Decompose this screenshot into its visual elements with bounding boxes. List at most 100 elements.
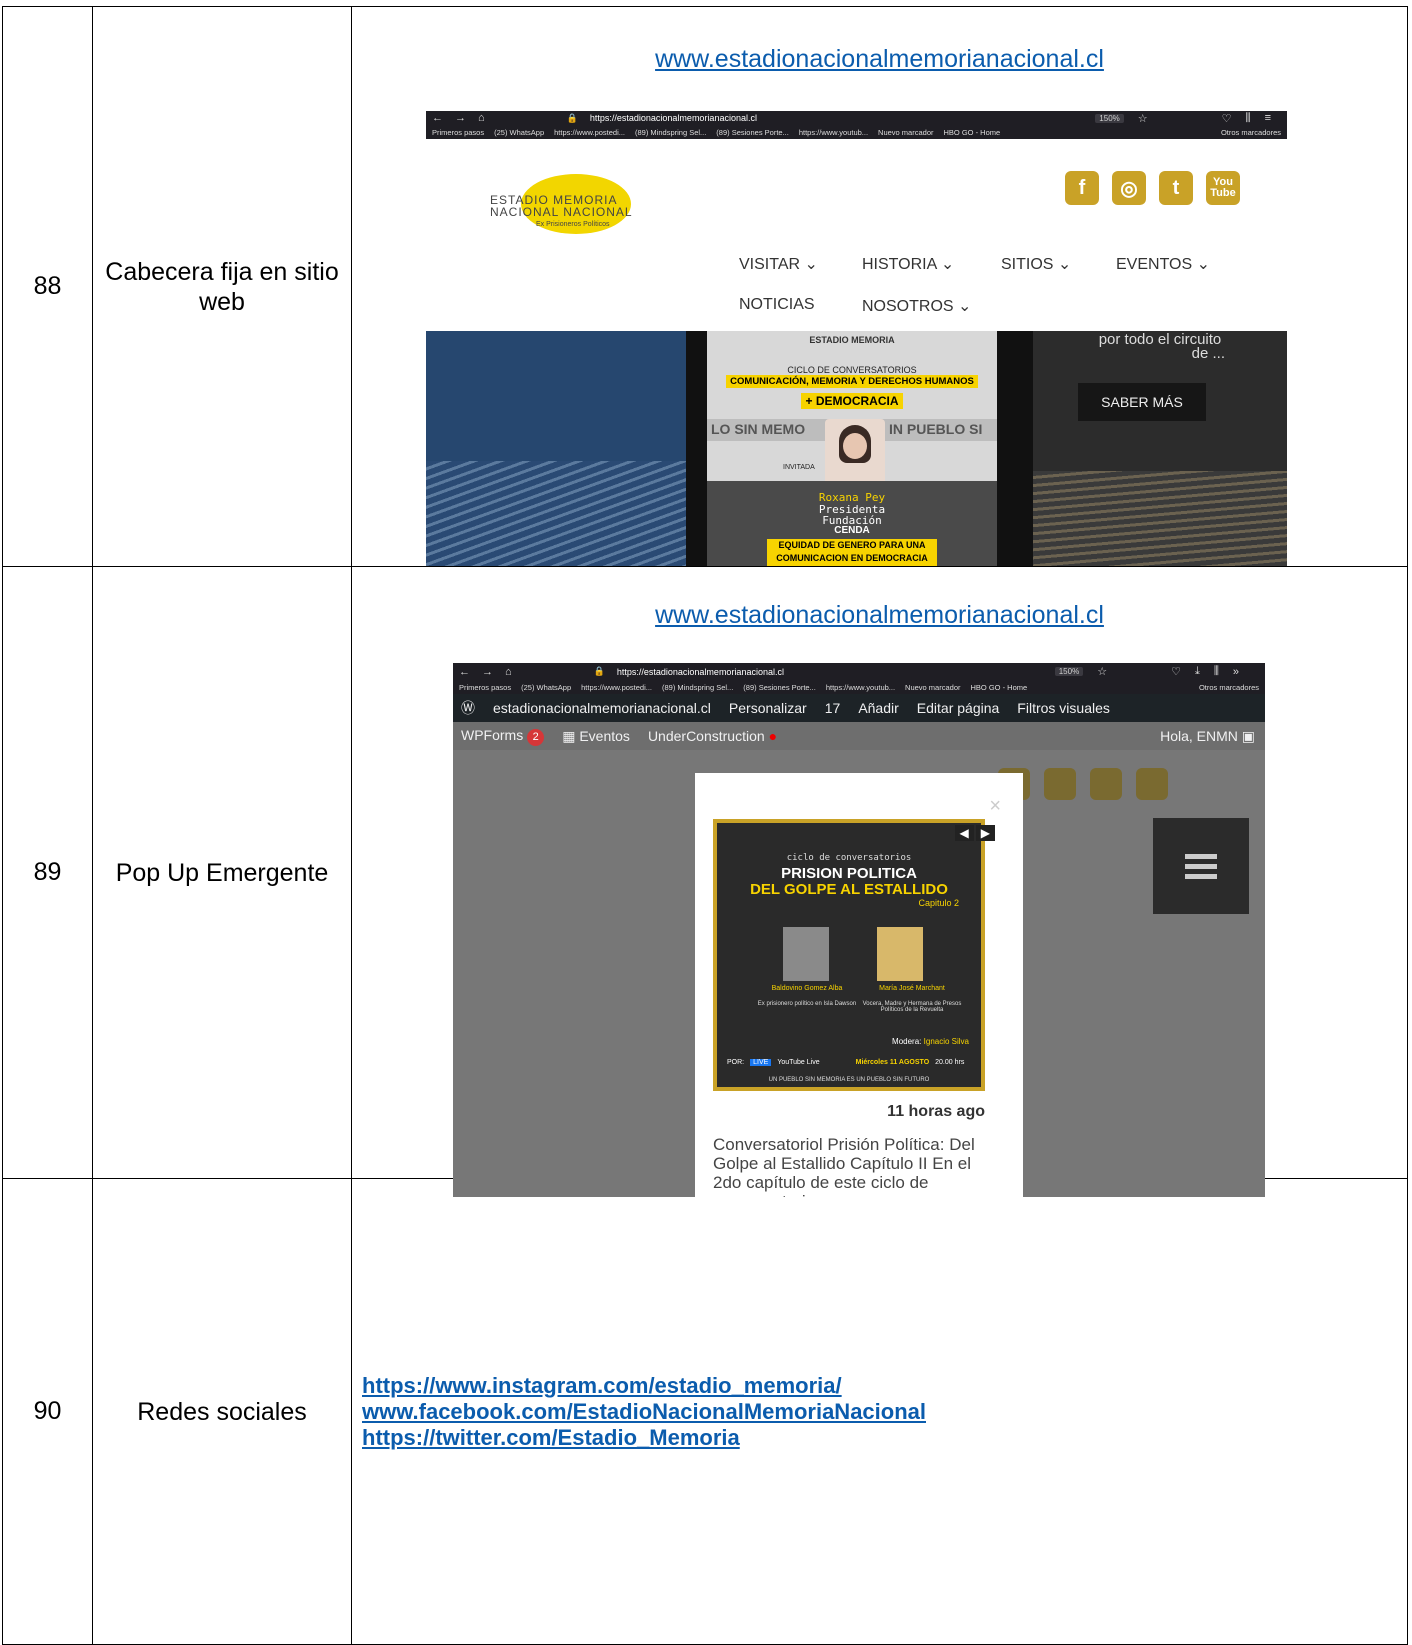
social-icons: f ◎ t You Tube bbox=[1065, 171, 1240, 205]
nav-item[interactable]: VISITAR ⌄ bbox=[739, 254, 818, 274]
poster-series: CICLO DE CONVERSATORIOS bbox=[787, 365, 917, 375]
bookmark[interactable]: Nuevo marcador bbox=[878, 128, 933, 137]
facebook-icon[interactable]: f bbox=[1065, 171, 1099, 205]
wp-site-name[interactable]: estadionacionalmemorianacional.cl bbox=[493, 700, 711, 716]
post-time: 11 horas ago bbox=[887, 1103, 985, 1120]
nav-item[interactable]: NOTICIAS bbox=[739, 296, 815, 314]
twitter-link[interactable]: https://twitter.com/Estadio_Memoria bbox=[362, 1425, 1407, 1451]
library-icon[interactable]: ⫼ bbox=[1214, 665, 1219, 678]
instagram-icon[interactable] bbox=[1044, 768, 1076, 800]
wpforms-menu[interactable]: WPForms 2 bbox=[461, 727, 545, 746]
bookmark[interactable]: Primeros pasos bbox=[432, 128, 484, 137]
speaker-photo bbox=[825, 419, 885, 489]
wp-account[interactable]: Hola, ENMN ▣ bbox=[1160, 728, 1255, 745]
lock-icon: 🔒 bbox=[566, 112, 578, 123]
nav-item[interactable]: EVENTOS ⌄ bbox=[1116, 254, 1210, 274]
nav-item[interactable]: NOSOTROS ⌄ bbox=[862, 296, 971, 316]
bookmark[interactable]: (25) WhatsApp bbox=[494, 128, 544, 137]
bookmark[interactable]: (25) WhatsApp bbox=[521, 683, 571, 692]
bookmark[interactable]: (89) Mindspring Sel... bbox=[635, 128, 706, 137]
underconstruction-menu[interactable]: UnderConstruction ● bbox=[648, 728, 777, 744]
wpforms-badge: 2 bbox=[527, 728, 545, 746]
slide-text: de ... bbox=[1191, 345, 1225, 362]
slide-left bbox=[426, 331, 686, 566]
wp-updates[interactable]: 17 bbox=[825, 700, 841, 716]
zoom-level[interactable]: 150% bbox=[1054, 667, 1084, 676]
pocket-icon[interactable]: ♡ bbox=[1222, 112, 1232, 125]
bookmark[interactable]: (89) Sesiones Porte... bbox=[743, 683, 816, 692]
speaker-org: CENDA bbox=[834, 525, 870, 536]
broadcast-info: POR: LIVE YouTube Live Miércoles 11 AGOS… bbox=[727, 1059, 965, 1066]
star-icon[interactable]: ☆ bbox=[1097, 665, 1107, 678]
wp-visual-filters[interactable]: Filtros visuales bbox=[1017, 700, 1110, 716]
youtube-icon[interactable]: You Tube bbox=[1206, 171, 1240, 205]
address-bar[interactable]: https://estadionacionalmemorianacional.c… bbox=[617, 667, 784, 677]
social-icons-dimmed bbox=[998, 768, 1168, 800]
nav-item[interactable]: SITIOS ⌄ bbox=[1001, 254, 1071, 274]
poster-topic-plus: + DEMOCRACIA bbox=[801, 393, 903, 409]
guest2-photo bbox=[877, 927, 923, 981]
star-icon[interactable]: ☆ bbox=[1138, 112, 1148, 125]
instagram-icon[interactable]: ◎ bbox=[1112, 171, 1146, 205]
popup-poster[interactable]: ◀ ▶ ciclo de conversatorios PRISION POLI… bbox=[713, 819, 995, 1091]
library-icon[interactable]: ⫼ bbox=[1246, 112, 1251, 125]
bookmark[interactable]: https://www.youtub... bbox=[799, 128, 868, 137]
bookmark[interactable]: (89) Mindspring Sel... bbox=[662, 683, 733, 692]
overflow-icon[interactable]: » bbox=[1233, 666, 1239, 678]
close-icon[interactable]: × bbox=[989, 795, 1001, 818]
site-link[interactable]: www.estadionacionalmemorianacional.cl bbox=[352, 45, 1407, 74]
row-number: 89 bbox=[2, 566, 93, 1179]
browser-chrome: ← → ⌂ 🔒 https://estadionacionalmemoriana… bbox=[453, 663, 1265, 694]
prev-arrow-icon[interactable]: ◀ bbox=[954, 825, 974, 841]
eventos-menu[interactable]: ▦ Eventos bbox=[562, 728, 630, 745]
wp-edit-page[interactable]: Editar página bbox=[917, 700, 1000, 716]
stadium-seats-image bbox=[426, 461, 686, 566]
address-bar[interactable]: https://estadionacionalmemorianacional.c… bbox=[590, 113, 757, 123]
bookmark[interactable]: Primeros pasos bbox=[459, 683, 511, 692]
other-bookmarks[interactable]: Otros marcadores bbox=[1199, 683, 1259, 692]
wp-customize[interactable]: Personalizar bbox=[729, 700, 807, 716]
wall-text: IN PUEBLO SI bbox=[889, 421, 983, 437]
logo-line2: NACIONAL NACIONAL bbox=[490, 205, 633, 219]
other-bookmarks[interactable]: Otros marcadores bbox=[1221, 128, 1281, 137]
nav-item[interactable]: HISTORIA ⌄ bbox=[862, 254, 954, 274]
poster-logo: ESTADIO MEMORIA bbox=[809, 335, 895, 345]
saber-mas-button[interactable]: SABER MÁS bbox=[1078, 383, 1206, 421]
site-link[interactable]: www.estadionacionalmemorianacional.cl bbox=[352, 601, 1407, 630]
pocket-icon[interactable]: ♡ bbox=[1171, 665, 1181, 678]
bookmark[interactable]: https://www.youtub... bbox=[826, 683, 895, 692]
popup-slogan: UN PUEBLO SIN MEMORIA ES UN PUEBLO SIN F… bbox=[768, 1077, 930, 1083]
lock-icon: 🔒 bbox=[593, 666, 605, 676]
twitter-icon[interactable]: t bbox=[1159, 171, 1193, 205]
bookmark[interactable]: HBO GO - Home bbox=[944, 128, 1001, 137]
instagram-link[interactable]: https://www.instagram.com/estadio_memori… bbox=[362, 1373, 1407, 1399]
row-description: Cabecera fija en sitio web bbox=[92, 6, 352, 567]
moderator: Modera: Ignacio Silva bbox=[892, 1037, 969, 1046]
youtube-icon[interactable] bbox=[1136, 768, 1168, 800]
forward-icon: → bbox=[482, 665, 493, 678]
hamburger-menu[interactable] bbox=[1153, 818, 1249, 914]
twitter-icon[interactable] bbox=[1090, 768, 1122, 800]
social-links: https://www.instagram.com/estadio_memori… bbox=[362, 1373, 1407, 1451]
row-content: www.estadionacionalmemorianacional.cl ← … bbox=[351, 566, 1408, 1197]
bookmark[interactable]: https://www.postedi... bbox=[554, 128, 625, 137]
next-arrow-icon[interactable]: ▶ bbox=[975, 825, 995, 841]
wordpress-icon[interactable]: Ⓦ bbox=[461, 698, 475, 718]
menu-icon[interactable]: ≡ bbox=[1265, 112, 1271, 124]
event-poster[interactable]: ESTADIO MEMORIA CICLO DE CONVERSATORIOS … bbox=[701, 331, 1003, 566]
zoom-level[interactable]: 150% bbox=[1095, 113, 1124, 123]
popup-series: ciclo de conversatorios bbox=[786, 853, 912, 863]
popup-modal: × ◀ ▶ ciclo de conversatorios PRISION PO… bbox=[695, 773, 1023, 1197]
facebook-link[interactable]: www.facebook.com/EstadioNacionalMemoriaN… bbox=[362, 1399, 1407, 1425]
popup-chapter: Capitulo 2 bbox=[918, 898, 959, 908]
forward-icon: → bbox=[455, 112, 466, 124]
invitada-label: INVITADA bbox=[783, 464, 815, 471]
screenshot-fixed-header: ← → ⌂ 🔒 https://estadionacionalmemoriana… bbox=[426, 111, 1287, 566]
bookmark[interactable]: Nuevo marcador bbox=[905, 683, 960, 692]
wp-add-new[interactable]: Añadir bbox=[858, 700, 898, 716]
download-icon[interactable]: ⤓ bbox=[1195, 665, 1200, 678]
bookmark[interactable]: (89) Sesiones Porte... bbox=[716, 128, 789, 137]
bookmark[interactable]: https://www.postedi... bbox=[581, 683, 652, 692]
row-number: 90 bbox=[2, 1178, 93, 1645]
bookmark[interactable]: HBO GO - Home bbox=[971, 683, 1028, 692]
